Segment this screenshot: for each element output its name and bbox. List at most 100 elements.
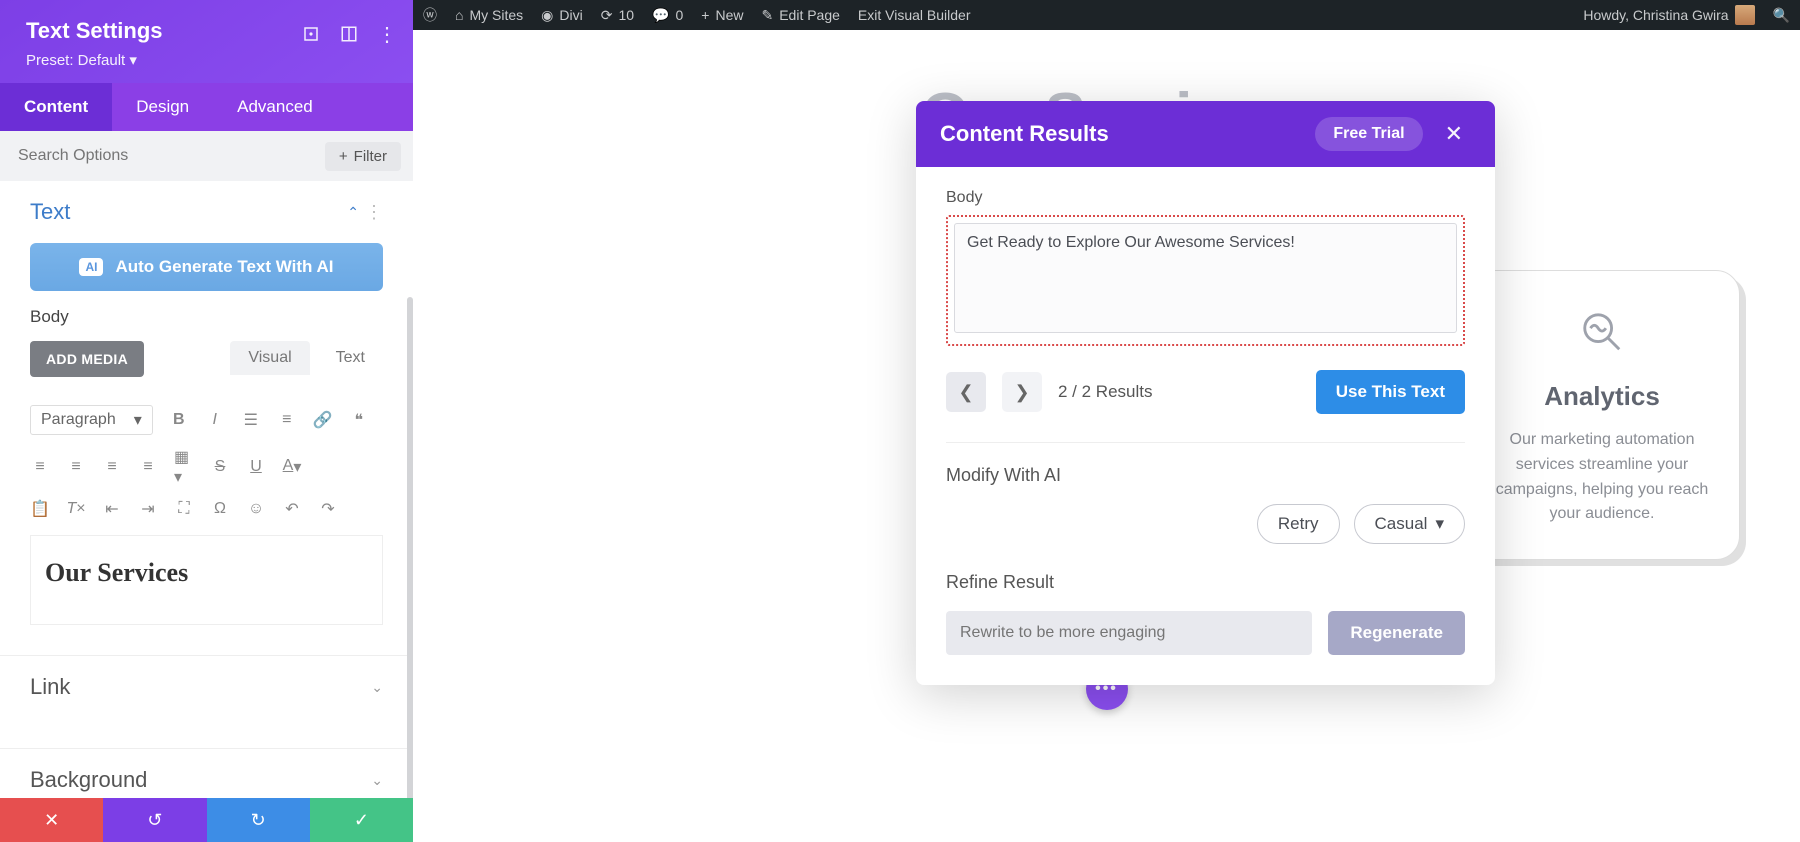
tab-advanced[interactable]: Advanced <box>213 83 337 131</box>
caret-down-icon: ▾ <box>1435 514 1444 534</box>
prev-result-button[interactable]: ❮ <box>946 372 986 412</box>
caret-down-icon: ▾ <box>134 410 142 430</box>
section-link-title: Link <box>30 674 70 700</box>
filter-button[interactable]: + Filter <box>325 142 401 171</box>
close-icon[interactable]: ✕ <box>1437 117 1471 151</box>
section-text-header[interactable]: Text ⌃⋮ <box>0 181 413 243</box>
auto-generate-ai-button[interactable]: AI Auto Generate Text With AI <box>30 243 383 291</box>
plus-icon: + <box>701 7 709 23</box>
modal-header: Content Results Free Trial ✕ <box>916 101 1495 167</box>
casual-chip[interactable]: Casual ▾ <box>1354 504 1465 544</box>
paragraph-label: Paragraph <box>41 411 116 429</box>
refine-result-label: Refine Result <box>946 572 1465 593</box>
bullet-list-icon[interactable]: ☰ <box>241 410 261 430</box>
search-options-input[interactable] <box>12 141 317 171</box>
new-label: New <box>715 7 743 23</box>
avatar <box>1735 5 1755 25</box>
align-right-icon[interactable]: ≡ <box>102 458 122 476</box>
use-this-text-button[interactable]: Use This Text <box>1316 370 1465 414</box>
filter-label: Filter <box>354 148 387 165</box>
modal-title: Content Results <box>940 121 1315 147</box>
new-link[interactable]: + New <box>701 7 743 23</box>
edit-page-label: Edit Page <box>779 7 840 23</box>
emoji-icon[interactable]: ☺ <box>246 500 266 518</box>
free-trial-button[interactable]: Free Trial <box>1315 117 1422 151</box>
table-icon[interactable]: ▦ ▾ <box>174 447 194 487</box>
ai-btn-label: Auto Generate Text With AI <box>115 257 333 277</box>
special-char-icon[interactable]: Ω <box>210 500 230 518</box>
page-stage: ⓦ ⌂My Sites ◉Divi ⟳10 💬0 + New ✎ Edit Page… <box>413 0 1800 842</box>
section-more-icon[interactable]: ⋮ <box>365 202 383 223</box>
strikethrough-icon[interactable]: S <box>210 458 230 476</box>
undo-button[interactable]: ↺ <box>103 798 206 842</box>
editor-content-text: Our Services <box>45 558 368 588</box>
italic-icon[interactable]: I <box>205 411 225 429</box>
rich-text-editor[interactable]: Our Services <box>30 535 383 625</box>
card-desc: Our marketing automation services stream… <box>1489 428 1715 527</box>
next-result-button[interactable]: ❯ <box>1002 372 1042 412</box>
editor-text-tab[interactable]: Text <box>318 341 383 375</box>
tab-design[interactable]: Design <box>112 83 213 131</box>
editor-visual-tab[interactable]: Visual <box>230 341 309 375</box>
my-sites-link[interactable]: ⌂My Sites <box>455 7 523 23</box>
result-textarea[interactable] <box>954 223 1457 333</box>
site-link[interactable]: ◉Divi <box>541 7 583 24</box>
fullscreen-icon[interactable]: ⛶ <box>174 500 194 518</box>
chevron-down-icon: ⌄ <box>371 772 383 789</box>
wp-logo-icon[interactable]: ⓦ <box>423 5 437 25</box>
comment-icon: 💬 <box>652 7 669 24</box>
text-color-icon[interactable]: A ▾ <box>282 457 302 477</box>
close-button[interactable]: ✕ <box>0 798 103 842</box>
plus-icon: + <box>339 148 348 165</box>
expand-icon[interactable] <box>295 18 327 50</box>
body-label: Body <box>0 307 413 327</box>
number-list-icon[interactable]: ≡ <box>277 411 297 429</box>
divider <box>946 442 1465 443</box>
exit-visual-builder-link[interactable]: Exit Visual Builder <box>858 7 971 23</box>
panel-footer-actions: ✕ ↺ ↻ ✓ <box>0 798 413 842</box>
comments-link[interactable]: 💬0 <box>652 7 683 24</box>
quote-icon[interactable]: ❝ <box>349 410 369 430</box>
paragraph-dropdown[interactable]: Paragraph ▾ <box>30 405 153 435</box>
rich-text-toolbar: Paragraph ▾ B I ☰ ≡ 🔗 ❝ ≡ ≡ ≡ ≡ ▦ ▾ S U A… <box>0 389 413 525</box>
preset-label: Preset: Default <box>26 52 125 69</box>
redo-button[interactable]: ↻ <box>207 798 310 842</box>
user-greeting[interactable]: Howdy, Christina Gwira <box>1583 5 1754 25</box>
retry-chip[interactable]: Retry <box>1257 504 1340 544</box>
align-left-icon[interactable]: ≡ <box>30 458 50 476</box>
layout-icon[interactable] <box>333 18 365 50</box>
paste-icon[interactable]: 📋 <box>30 499 50 519</box>
analytics-icon <box>1579 309 1625 355</box>
caret-down-icon: ▾ <box>129 52 137 69</box>
underline-icon[interactable]: U <box>246 458 266 476</box>
refine-input[interactable] <box>946 611 1312 655</box>
align-center-icon[interactable]: ≡ <box>66 458 86 476</box>
save-button[interactable]: ✓ <box>310 798 413 842</box>
edit-page-link[interactable]: ✎ Edit Page <box>761 7 839 24</box>
pencil-icon: ✎ <box>761 7 773 24</box>
search-icon[interactable]: 🔍 <box>1773 7 1790 24</box>
regenerate-button[interactable]: Regenerate <box>1328 611 1465 655</box>
casual-label: Casual <box>1375 514 1428 534</box>
updates-link[interactable]: ⟳10 <box>601 7 634 24</box>
clear-format-icon[interactable]: T× <box>66 500 86 518</box>
modify-with-ai-label: Modify With AI <box>946 465 1465 486</box>
align-justify-icon[interactable]: ≡ <box>138 458 158 476</box>
preset-selector[interactable]: Preset: Default ▾ <box>26 51 387 69</box>
undo-icon[interactable]: ↶ <box>282 499 302 519</box>
outdent-icon[interactable]: ⇤ <box>102 499 122 519</box>
redo-icon[interactable]: ↷ <box>318 499 338 519</box>
result-nav-row: ❮ ❯ 2 / 2 Results Use This Text <box>946 370 1465 414</box>
bold-icon[interactable]: B <box>169 411 189 429</box>
tab-content[interactable]: Content <box>0 83 112 131</box>
indent-icon[interactable]: ⇥ <box>138 499 158 519</box>
more-icon[interactable]: ⋮ <box>371 18 403 50</box>
section-link-header[interactable]: Link ⌄ <box>0 656 413 718</box>
modify-chips: Retry Casual ▾ <box>946 504 1465 544</box>
add-media-button[interactable]: ADD MEDIA <box>30 341 144 377</box>
gauge-icon: ◉ <box>541 7 553 24</box>
link-icon[interactable]: 🔗 <box>313 410 333 430</box>
text-settings-panel: Text Settings Preset: Default ▾ ⋮ Conten… <box>0 0 413 842</box>
chevron-down-icon: ⌄ <box>371 679 383 696</box>
my-sites-label: My Sites <box>469 7 523 23</box>
